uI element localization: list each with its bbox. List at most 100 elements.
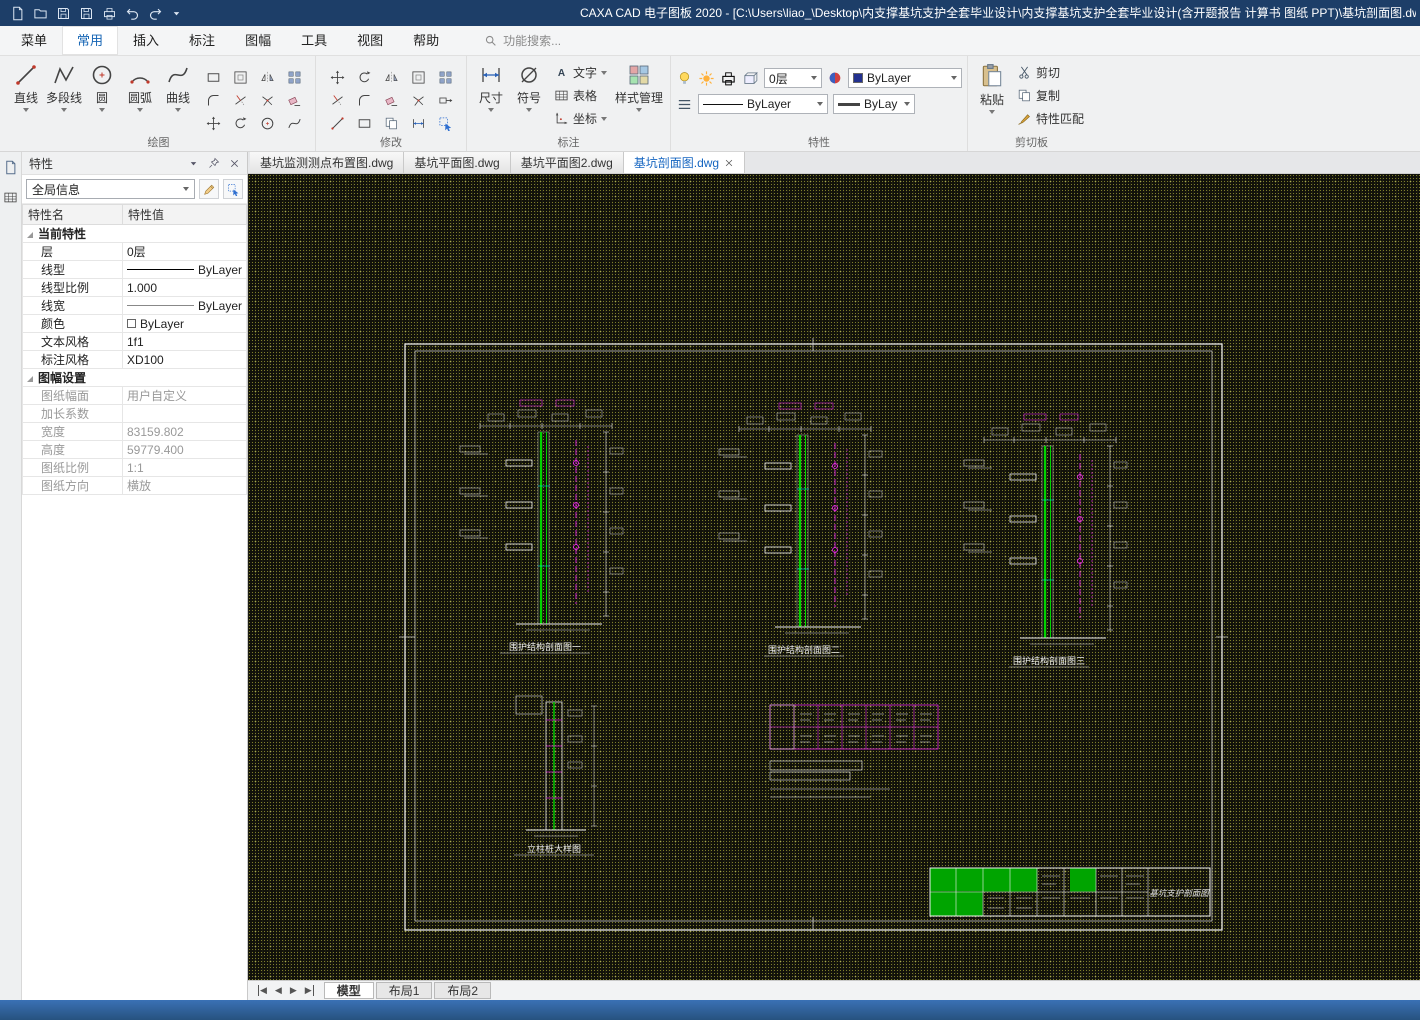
- undo-button[interactable]: [125, 6, 140, 21]
- draw-tool-3[interactable]: 圆弧: [121, 60, 159, 112]
- property-row-0-5[interactable]: 文本风格 1f1: [22, 332, 247, 351]
- modify-tool-9[interactable]: [434, 90, 456, 110]
- document-tab-1[interactable]: 基坑平面图.dwg: [404, 152, 511, 173]
- property-row-0-0[interactable]: 层 0层: [22, 242, 247, 261]
- layer-freeze-button[interactable]: [698, 70, 715, 87]
- modify-tool-13[interactable]: [407, 113, 429, 133]
- annotate-stack-item-2[interactable]: 坐标: [554, 110, 608, 127]
- model-tab-1[interactable]: 布局1: [375, 982, 433, 999]
- property-row-1-2[interactable]: 宽度 83159.802: [22, 422, 247, 441]
- annotate-stack-item-0[interactable]: 文字: [554, 64, 608, 81]
- menu-tab-5[interactable]: 工具: [286, 26, 342, 55]
- property-value[interactable]: [122, 404, 247, 423]
- draw-extra-tool-2[interactable]: [256, 67, 278, 87]
- lineweight-select[interactable]: ByLay: [833, 94, 916, 114]
- redo-button[interactable]: [148, 6, 163, 21]
- property-value[interactable]: 1.000: [122, 278, 247, 297]
- linetype-select[interactable]: ByLayer: [698, 94, 829, 114]
- property-value[interactable]: 1f1: [122, 332, 247, 351]
- first-sheet-button[interactable]: ◀: [258, 985, 267, 996]
- menu-tab-0[interactable]: 菜单: [6, 26, 62, 55]
- draw-tool-2[interactable]: 圆: [83, 60, 121, 112]
- menu-tab-4[interactable]: 图幅: [230, 26, 286, 55]
- property-value[interactable]: 1:1: [122, 458, 247, 477]
- clipboard-item-2[interactable]: 特性匹配: [1017, 110, 1084, 127]
- property-value[interactable]: 59779.400: [122, 440, 247, 459]
- property-value[interactable]: ByLayer: [122, 314, 247, 333]
- draw-extra-tool-5[interactable]: [229, 90, 251, 110]
- property-row-0-4[interactable]: 颜色 ByLayer: [22, 314, 247, 333]
- property-row-1-5[interactable]: 图纸方向 横放: [22, 476, 247, 495]
- menu-tab-3[interactable]: 标注: [174, 26, 230, 55]
- panel-pin-button[interactable]: [208, 157, 220, 169]
- property-value[interactable]: XD100: [122, 350, 247, 369]
- draw-extra-tool-11[interactable]: [283, 113, 305, 133]
- edit-properties-button[interactable]: [199, 179, 219, 199]
- next-sheet-button[interactable]: ▶: [290, 985, 297, 996]
- modify-tool-7[interactable]: [380, 90, 402, 110]
- style-manager-button[interactable]: 样式管理: [613, 60, 665, 112]
- pick-object-button[interactable]: [223, 179, 243, 199]
- color-picker-button[interactable]: [827, 70, 843, 86]
- open-file-button[interactable]: [33, 6, 48, 21]
- tab-close-button[interactable]: [724, 158, 734, 168]
- property-row-0-2[interactable]: 线型比例 1.000: [22, 278, 247, 297]
- customize-toolbar-button[interactable]: [171, 8, 182, 19]
- paste-button[interactable]: 粘贴: [973, 60, 1011, 114]
- property-value[interactable]: 用户自定义: [122, 386, 247, 405]
- menu-tab-2[interactable]: 插入: [118, 26, 174, 55]
- modify-tool-5[interactable]: [326, 90, 348, 110]
- property-value[interactable]: 83159.802: [122, 422, 247, 441]
- draw-extra-tool-9[interactable]: [229, 113, 251, 133]
- property-value[interactable]: ByLayer: [122, 296, 247, 315]
- draw-extra-tool-7[interactable]: [283, 90, 305, 110]
- menu-tab-1[interactable]: 常用: [62, 26, 119, 55]
- save-as-button[interactable]: [79, 6, 94, 21]
- document-tab-3[interactable]: 基坑剖面图.dwg: [623, 152, 746, 173]
- property-row-1-0[interactable]: 图纸幅面 用户自定义: [22, 386, 247, 405]
- document-tab-2[interactable]: 基坑平面图2.dwg: [510, 152, 624, 173]
- modify-tool-2[interactable]: [380, 67, 402, 87]
- object-selector[interactable]: 全局信息: [26, 179, 195, 199]
- layer-list-button[interactable]: [676, 96, 693, 113]
- draw-tool-1[interactable]: 多段线: [45, 60, 83, 112]
- prev-sheet-button[interactable]: ◀: [275, 985, 282, 996]
- menu-tab-7[interactable]: 帮助: [398, 26, 454, 55]
- panel-menu-button[interactable]: [188, 158, 199, 169]
- draw-extra-tool-10[interactable]: [256, 113, 278, 133]
- function-search[interactable]: 功能搜索...: [484, 26, 561, 55]
- property-value[interactable]: 0层: [122, 242, 247, 261]
- draw-extra-tool-3[interactable]: [283, 67, 305, 87]
- save-button[interactable]: [56, 6, 71, 21]
- property-group-row-1[interactable]: 图幅设置: [22, 368, 247, 387]
- modify-tool-1[interactable]: [353, 67, 375, 87]
- annotate-tool-1[interactable]: 符号: [510, 60, 548, 112]
- property-row-1-1[interactable]: 加长系数: [22, 404, 247, 423]
- draw-tool-0[interactable]: 直线: [7, 60, 45, 112]
- last-sheet-button[interactable]: ▶: [305, 985, 314, 996]
- property-row-1-3[interactable]: 高度 59779.400: [22, 440, 247, 459]
- clipboard-item-1[interactable]: 复制: [1017, 87, 1084, 104]
- new-file-button[interactable]: [10, 6, 25, 21]
- property-row-0-3[interactable]: 线宽 ByLayer: [22, 296, 247, 315]
- panel-close-button[interactable]: [229, 158, 240, 169]
- modify-tool-10[interactable]: [326, 113, 348, 133]
- layer-lock-button[interactable]: [742, 70, 759, 87]
- modify-tool-8[interactable]: [407, 90, 429, 110]
- modify-tool-12[interactable]: [380, 113, 402, 133]
- property-row-1-4[interactable]: 图纸比例 1:1: [22, 458, 247, 477]
- property-row-0-6[interactable]: 标注风格 XD100: [22, 350, 247, 369]
- modify-tool-4[interactable]: [434, 67, 456, 87]
- color-select[interactable]: ByLayer: [848, 68, 963, 88]
- side-tab-properties[interactable]: [3, 160, 18, 180]
- side-tab-layers[interactable]: [3, 190, 18, 210]
- modify-tool-0[interactable]: [326, 67, 348, 87]
- annotate-stack-item-1[interactable]: 表格: [554, 87, 607, 104]
- annotate-tool-0[interactable]: 尺寸: [472, 60, 510, 112]
- modify-tool-3[interactable]: [407, 67, 429, 87]
- draw-extra-tool-8[interactable]: [202, 113, 224, 133]
- model-tab-0[interactable]: 模型: [323, 982, 374, 999]
- draw-extra-tool-1[interactable]: [229, 67, 251, 87]
- menu-tab-6[interactable]: 视图: [342, 26, 398, 55]
- cad-canvas[interactable]: 围护结构剖面图一 围护结构剖面图二 围护结构剖面图三 立柱桩大样图 基坑支护剖面…: [248, 174, 1420, 980]
